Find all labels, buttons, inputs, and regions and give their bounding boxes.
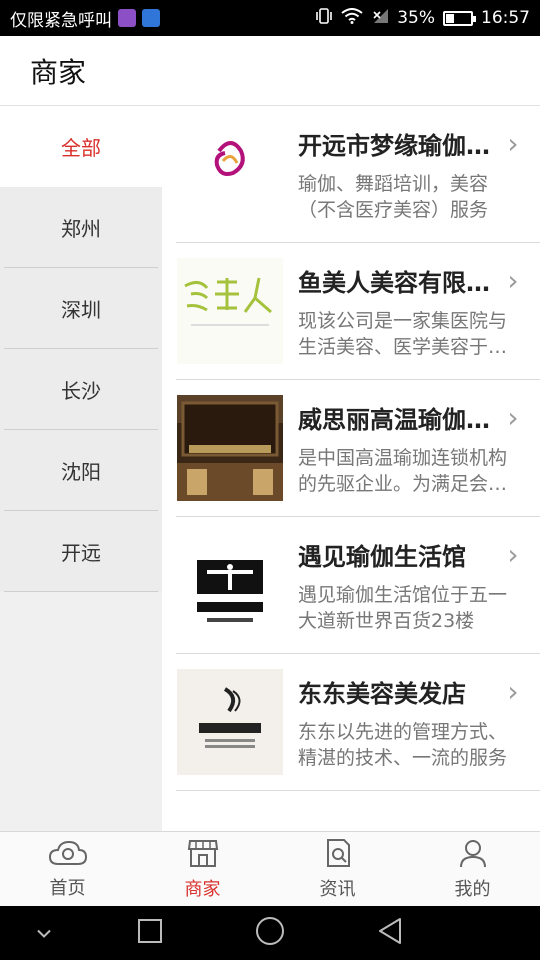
storefront-photo bbox=[177, 395, 283, 501]
tab-home[interactable]: 首页 bbox=[0, 832, 135, 906]
sidebar-item-label: 开远 bbox=[61, 541, 101, 565]
merchant-item[interactable]: 东东美容美发店 › 东东以先进的管理方式、精湛的技术、一流的服务 bbox=[176, 654, 540, 791]
sidebar-item-label: 沈阳 bbox=[61, 460, 101, 484]
battery-percent: 35% bbox=[397, 8, 435, 28]
merchant-name: 威思丽高温瑜伽会所 bbox=[298, 405, 500, 434]
page-title: 商家 bbox=[30, 55, 87, 89]
sidebar-item-shenzhen[interactable]: 深圳 bbox=[0, 268, 162, 349]
dream-yoga-logo bbox=[177, 121, 283, 227]
sidebar-item-shenyang[interactable]: 沈阳 bbox=[0, 430, 162, 511]
chevron-down-icon[interactable] bbox=[36, 924, 52, 943]
status-bar: 仅限紧急呼叫 35% 16:57 bbox=[0, 0, 540, 36]
city-sidebar: 全部 郑州 深圳 长沙 沈阳 开远 bbox=[0, 106, 162, 831]
yujian-yoga-logo bbox=[177, 532, 283, 638]
merchant-name: 鱼美人美容有限公司 bbox=[298, 268, 500, 297]
chevron-right-icon: › bbox=[507, 126, 519, 160]
sidebar-item-changsha[interactable]: 长沙 bbox=[0, 349, 162, 430]
tab-label: 我的 bbox=[454, 878, 491, 900]
merchant-description: 现该公司是一家集医院与生活美容、医学美容于一体的公司 bbox=[298, 309, 508, 358]
merchant-item[interactable]: 威思丽高温瑜伽会所 › 是中国高温瑜珈连锁机构的先驱企业。为满足会员需求 bbox=[176, 380, 540, 517]
back-button[interactable] bbox=[377, 917, 403, 949]
chevron-right-icon: › bbox=[507, 537, 519, 571]
storage-app-icon bbox=[142, 9, 160, 27]
merchant-description: 东东以先进的管理方式、精湛的技术、一流的服务 bbox=[298, 720, 508, 769]
gallery-app-icon bbox=[118, 9, 136, 27]
tab-news[interactable]: 资讯 bbox=[270, 832, 405, 906]
merchant-item[interactable]: 遇见瑜伽生活馆 › 遇见瑜伽生活馆位于五一大道新世界百货23楼 bbox=[176, 517, 540, 654]
merchant-name: 开远市梦缘瑜伽生活馆 bbox=[298, 131, 500, 160]
home-button[interactable] bbox=[255, 916, 285, 950]
app-header: 商家 bbox=[0, 36, 540, 106]
dongdong-logo bbox=[177, 669, 283, 775]
bottom-tab-bar: 首页 商家 资讯 我的 bbox=[0, 831, 540, 906]
news-search-icon bbox=[324, 838, 352, 872]
merchant-list: 开远市梦缘瑜伽生活馆 › 瑜伽、舞蹈培训，美容（不含医疗美容）服务 鱼美人 bbox=[162, 106, 540, 831]
tab-merchants[interactable]: 商家 bbox=[135, 832, 270, 906]
clock: 16:57 bbox=[481, 8, 530, 28]
merchant-item[interactable]: 鱼美人美容有限公司 › 现该公司是一家集医院与生活美容、医学美容于一体的公司 bbox=[176, 243, 540, 380]
tab-label: 资讯 bbox=[319, 878, 356, 900]
tab-label: 首页 bbox=[49, 877, 86, 899]
sidebar-item-label: 长沙 bbox=[61, 379, 101, 403]
cloud-home-icon bbox=[48, 839, 88, 871]
merchant-description: 遇见瑜伽生活馆位于五一大道新世界百货23楼 bbox=[298, 583, 508, 632]
app-screen: 仅限紧急呼叫 35% 16:57 商家 全部 郑州 深圳 长沙 沈阳 开远 开远… bbox=[0, 0, 540, 960]
sidebar-item-label: 全部 bbox=[61, 136, 101, 160]
recent-apps-button[interactable] bbox=[137, 918, 163, 948]
person-icon bbox=[459, 838, 487, 872]
store-icon bbox=[187, 838, 219, 872]
battery-icon bbox=[443, 10, 476, 26]
merchant-description: 瑜伽、舞蹈培训，美容（不含医疗美容）服务 bbox=[298, 172, 489, 221]
tab-profile[interactable]: 我的 bbox=[405, 832, 540, 906]
no-signal-icon bbox=[371, 8, 389, 28]
sidebar-item-label: 郑州 bbox=[61, 217, 101, 241]
sidebar-item-label: 深圳 bbox=[61, 298, 101, 322]
system-nav-bar bbox=[0, 906, 540, 960]
tab-label: 商家 bbox=[184, 878, 221, 900]
yu-mei-ren-logo bbox=[177, 258, 283, 364]
merchant-name: 遇见瑜伽生活馆 bbox=[298, 542, 466, 571]
wifi-icon bbox=[341, 8, 363, 28]
chevron-right-icon: › bbox=[507, 674, 519, 708]
notification-text: 仅限紧急呼叫 bbox=[10, 10, 112, 31]
chevron-right-icon: › bbox=[507, 400, 519, 434]
sidebar-item-all[interactable]: 全部 bbox=[0, 106, 162, 187]
merchant-description: 是中国高温瑜珈连锁机构的先驱企业。为满足会员需求 bbox=[298, 446, 508, 495]
vibrate-icon bbox=[315, 8, 333, 28]
sidebar-item-kaiyuan[interactable]: 开远 bbox=[0, 511, 162, 592]
merchant-item[interactable]: 开远市梦缘瑜伽生活馆 › 瑜伽、舞蹈培训，美容（不含医疗美容）服务 bbox=[176, 106, 540, 243]
sidebar-item-zhengzhou[interactable]: 郑州 bbox=[0, 187, 162, 268]
merchant-name: 东东美容美发店 bbox=[298, 679, 466, 708]
chevron-right-icon: › bbox=[507, 263, 519, 297]
